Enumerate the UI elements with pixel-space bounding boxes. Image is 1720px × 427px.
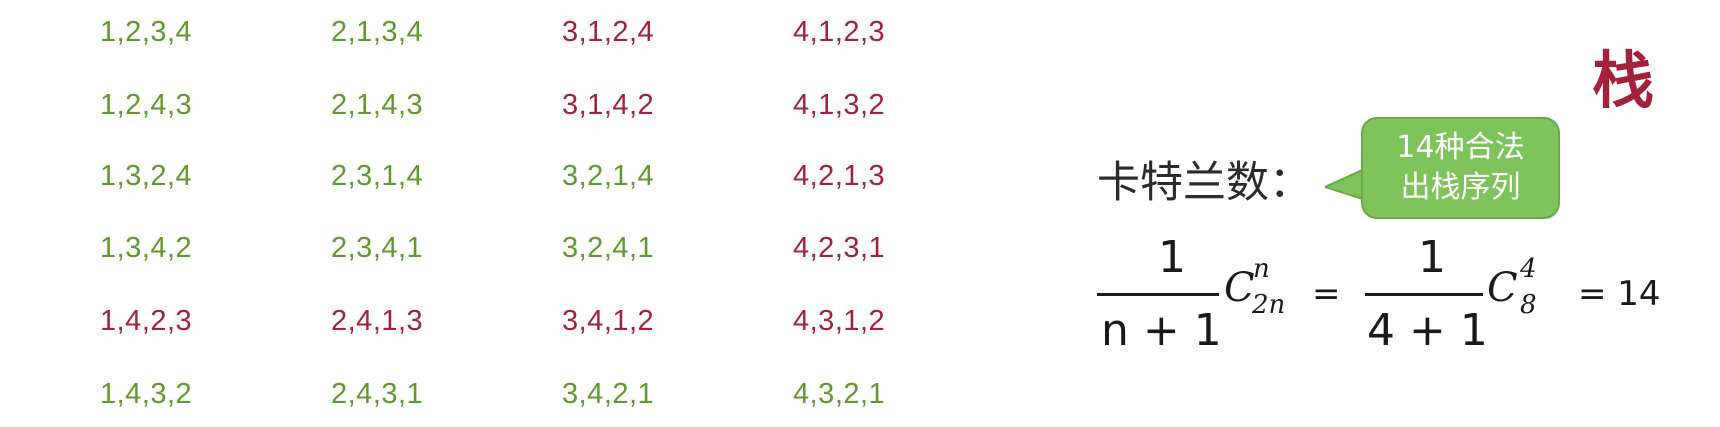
catalan-label: 卡特兰数： xyxy=(1097,158,1312,208)
sequence-item: 1,3,2,4 xyxy=(100,160,193,192)
sequence-item: 3,4,1,2 xyxy=(562,305,655,337)
sequence-item: 2,3,4,1 xyxy=(331,232,424,264)
sequence-item: 4,1,2,3 xyxy=(793,16,886,48)
sequence-item: 4,3,2,1 xyxy=(793,378,886,410)
binomial-sup-2: 4 xyxy=(1520,254,1537,284)
sequence-grid: 1,2,3,4 2,1,3,4 3,1,2,4 4,1,2,3 1,2,4,3 2,1,4… xyxy=(0,0,960,427)
sequence-item: 1,3,4,2 xyxy=(100,232,193,264)
sequence-item: 2,4,1,3 xyxy=(331,305,424,337)
sequence-item: 2,1,4,3 xyxy=(331,89,424,121)
sequence-item: 1,2,4,3 xyxy=(100,89,193,121)
equals-sign: = xyxy=(1312,274,1341,314)
formula-numerator: 1 xyxy=(1158,232,1186,283)
sequence-item: 4,2,3,1 xyxy=(793,232,886,264)
binomial-sup: n xyxy=(1253,254,1270,284)
sequence-item: 3,4,2,1 xyxy=(562,378,655,410)
fraction-bar-2 xyxy=(1365,293,1483,296)
slide-title: 栈 xyxy=(1592,44,1655,117)
binomial-c: C xyxy=(1224,265,1255,311)
sequence-item: 3,1,2,4 xyxy=(562,16,655,48)
sequence-item: 2,1,3,4 xyxy=(331,16,424,48)
sequence-item: 2,4,3,1 xyxy=(331,378,424,410)
result: = 14 xyxy=(1578,274,1661,314)
binomial-sub: 2n xyxy=(1252,290,1286,320)
binomial-sub-2: 8 xyxy=(1520,290,1537,320)
sequence-item: 4,3,1,2 xyxy=(793,305,886,337)
fraction-bar xyxy=(1097,293,1219,296)
formula-denominator-2: 4 + 1 xyxy=(1367,305,1488,356)
binomial-c-2: C xyxy=(1487,265,1518,311)
speech-bubble: 14种合法 出栈序列 xyxy=(1361,117,1560,219)
formula-numerator-2: 1 xyxy=(1418,232,1446,283)
sequence-item: 2,3,1,4 xyxy=(331,160,424,192)
bubble-line-1: 14种合法 xyxy=(1396,130,1525,165)
sequence-item: 1,2,3,4 xyxy=(100,16,193,48)
sequence-item: 1,4,2,3 xyxy=(100,305,193,337)
sequence-item: 3,2,4,1 xyxy=(562,232,655,264)
formula-denominator: n + 1 xyxy=(1101,305,1222,356)
sequence-item: 3,2,1,4 xyxy=(562,160,655,192)
sequence-item: 3,1,4,2 xyxy=(562,89,655,121)
sequence-item: 4,1,3,2 xyxy=(793,89,886,121)
sequence-item: 1,4,3,2 xyxy=(100,378,193,410)
bubble-line-2: 出栈序列 xyxy=(1400,170,1521,205)
sequence-item: 4,2,1,3 xyxy=(793,160,886,192)
